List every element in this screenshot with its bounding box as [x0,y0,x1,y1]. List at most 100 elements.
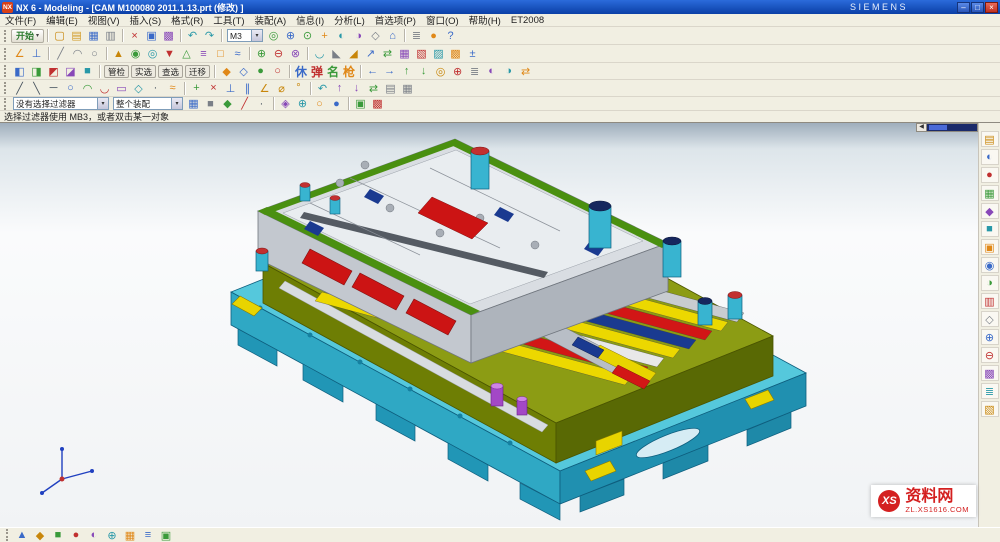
line-icon[interactable]: ╱ [52,46,69,61]
new-file-icon[interactable]: ▢ [51,28,68,43]
grid-toggle-icon[interactable]: ▦ [121,529,139,542]
pocket-icon[interactable]: ▼ [161,46,178,61]
rectangle-tool-icon[interactable]: ▭ [113,81,130,96]
menu-item-7[interactable]: 信息(I) [291,13,329,27]
pan-icon[interactable]: + [316,28,333,43]
offset-surface-icon[interactable]: ▩ [447,46,464,61]
refresh-view-icon[interactable]: ◎ [265,28,282,43]
regenerate-icon[interactable]: ◎ [432,64,449,79]
menu-item-6[interactable]: 装配(A) [250,13,292,27]
angle-dimension-icon[interactable]: ∠ [256,81,273,96]
move-down-icon[interactable]: ↓ [415,64,432,79]
datum-plane-icon[interactable]: ⊥ [28,46,45,61]
toolbar-grip[interactable] [6,529,9,541]
macro-qiang-button[interactable]: 枪 [341,63,357,80]
front-view-icon[interactable]: ◧ [11,64,28,79]
filter-face-icon[interactable]: ◆ [219,96,236,111]
parallel-constraint-icon[interactable]: ∥ [239,81,256,96]
view-state-combo[interactable]: M3▾ [227,29,263,42]
information-icon[interactable]: ● [425,28,442,43]
query-select-button[interactable]: 查选 [158,65,183,78]
snap-solid-icon[interactable]: ● [328,96,345,111]
reuse-library-icon[interactable]: ▦ [981,185,999,201]
point-tool-icon[interactable]: · [147,81,164,96]
move-left-icon[interactable]: ← [364,64,381,79]
grid-display-icon[interactable]: ▤ [382,81,399,96]
zoom-icon[interactable]: ⊙ [299,28,316,43]
half-shade-alt-icon[interactable]: ◑ [500,64,517,79]
open-file-icon[interactable]: ▤ [68,28,85,43]
flip-up-icon[interactable]: ↑ [331,81,348,96]
half-shade-icon[interactable]: ◐ [483,64,500,79]
side-view-icon[interactable]: ◩ [45,64,62,79]
assembly-navigator-icon[interactable]: ▤ [981,131,999,147]
line-tool-icon[interactable]: ╱ [11,81,28,96]
copy-icon[interactable]: ▣ [143,28,160,43]
polyline-tool-icon[interactable]: ╲ [28,81,45,96]
solid-select-button[interactable]: 实选 [131,65,156,78]
swap-view-icon[interactable]: ⇄ [517,64,534,79]
snap-midpoint-icon[interactable]: ◇ [235,64,252,79]
target-point-icon[interactable]: ⊕ [449,64,466,79]
menu-item-10[interactable]: 窗口(O) [421,13,464,27]
scale-body-icon[interactable]: ↗ [362,46,379,61]
thread-icon[interactable]: ≈ [229,46,246,61]
menu-item-9[interactable]: 首选项(P) [370,13,421,27]
delete-constraint-icon[interactable]: × [205,81,222,96]
menu-item-2[interactable]: 视图(V) [83,13,125,27]
mirror-feature-icon[interactable]: ⇄ [379,46,396,61]
trim-body-icon[interactable]: ▧ [413,46,430,61]
draft-icon[interactable]: ◢ [345,46,362,61]
macro-ming-button[interactable]: 名 [325,63,341,80]
layer-visible-icon[interactable]: ≣ [466,64,483,79]
system-scenes-icon[interactable]: ⊕ [981,329,999,345]
arc-down-tool-icon[interactable]: ◡ [96,81,113,96]
circle-icon[interactable]: ○ [86,46,103,61]
hd3d-tools-icon[interactable]: ◆ [981,203,999,219]
horizontal-scrollbar[interactable]: ◀ [916,123,978,132]
wcs-toggle-icon[interactable]: ■ [49,529,67,542]
display-mode-icon[interactable]: ▣ [157,529,175,542]
move-up-icon[interactable]: ↑ [398,64,415,79]
menu-item-8[interactable]: 分析(L) [329,13,370,27]
constraint-navigator-icon[interactable]: ◐ [981,149,999,165]
arc-up-tool-icon[interactable]: ◠ [79,81,96,96]
start-menu-button[interactable]: 开始▾ [11,29,44,43]
snap-point-icon[interactable]: ◆ [218,64,235,79]
degree-dimension-icon[interactable]: ° [290,81,307,96]
highlight-related-icon[interactable]: ▩ [369,96,386,111]
toolbar-grip[interactable] [4,65,7,77]
layer-palette-icon[interactable]: ≣ [981,383,999,399]
layer-settings-icon[interactable]: ≣ [408,28,425,43]
wireframe-display-icon[interactable]: ◇ [367,28,384,43]
arc-icon[interactable]: ◠ [69,46,86,61]
diameter-dimension-icon[interactable]: ⌀ [273,81,290,96]
snap-circle-icon[interactable]: ○ [311,96,328,111]
maximize-button[interactable]: □ [971,2,984,13]
print-icon[interactable]: ▥ [102,28,119,43]
menu-item-12[interactable]: ET2008 [506,15,549,26]
close-button[interactable]: × [985,2,998,13]
cut-icon[interactable]: × [126,28,143,43]
redo-icon[interactable]: ↷ [201,28,218,43]
minimize-button[interactable]: – [957,2,970,13]
perpendicular-constraint-icon[interactable]: ⊥ [222,81,239,96]
pipe-check-button[interactable]: 管检 [104,65,129,78]
add-constraint-icon[interactable]: + [188,81,205,96]
exchange-icon[interactable]: ⇄ [365,81,382,96]
user-tools-icon[interactable]: ⊖ [981,347,999,363]
filter-solid-icon[interactable]: ■ [202,96,219,111]
highlight-toggle-icon[interactable]: ● [67,529,85,542]
pattern-feature-icon[interactable]: ▦ [396,46,413,61]
filter-point-icon[interactable]: · [253,96,270,111]
selection-filter-combo[interactable]: 没有选择过滤器 ▾ [13,97,109,110]
boss-icon[interactable]: △ [178,46,195,61]
selection-scope-combo[interactable]: 整个装配 ▾ [113,97,183,110]
undo-sketch-icon[interactable]: ↶ [314,81,331,96]
spline-tool-icon[interactable]: ≈ [164,81,181,96]
rotate-view-icon[interactable]: ◐ [333,28,350,43]
fit-view-icon[interactable]: ⊕ [282,28,299,43]
help-icon[interactable]: ? [442,28,459,43]
save-file-icon[interactable]: ▦ [85,28,102,43]
sketch-icon[interactable]: ∠ [11,46,28,61]
